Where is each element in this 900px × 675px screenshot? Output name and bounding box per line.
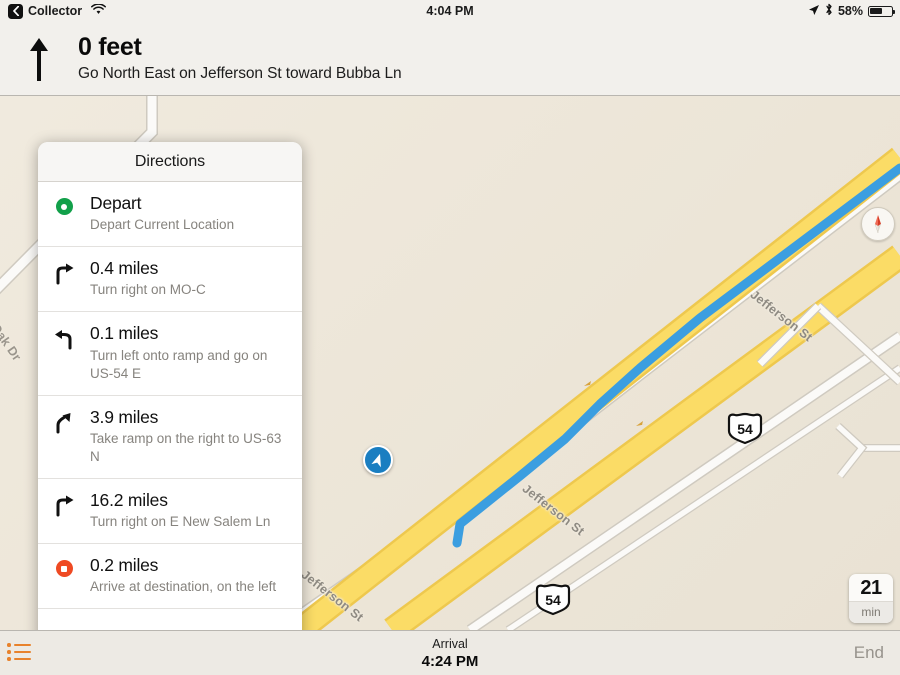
step-distance: Depart <box>90 193 142 213</box>
step-distance: 16.2 miles <box>90 489 168 510</box>
ramp-right-icon <box>38 407 90 434</box>
navigation-arrow-icon <box>363 445 393 475</box>
direction-step-3[interactable]: 3.9 miles Take ramp on the right to US-6… <box>38 396 302 479</box>
direction-step-4[interactable]: 16.2 miles Turn right on E New Salem Ln <box>38 479 302 545</box>
status-bar-back-link[interactable]: Collector <box>0 3 107 19</box>
direction-step-2[interactable]: 0.1 miles Turn left onto ramp and go on … <box>38 312 302 396</box>
arrival-label: Arrival <box>432 637 468 651</box>
status-bar: Collector 4:04 PM 58% <box>0 0 900 22</box>
arrow-up-icon <box>0 35 78 83</box>
navigation-banner: 0 feet Go North East on Jefferson St tow… <box>0 22 900 96</box>
direction-step-arrive[interactable]: 0.2 miles Arrive at destination, on the … <box>38 544 302 610</box>
step-distance: 0.4 miles <box>90 258 159 279</box>
arrival-info: Arrival 4:24 PM <box>400 637 500 670</box>
directions-popover-title: Directions <box>38 142 302 182</box>
highway-shield-54-lower: 54 <box>533 583 573 616</box>
step-distance: 0.1 miles <box>90 323 159 344</box>
highway-shield-54-upper: 54 <box>725 412 765 445</box>
remaining-time-value: 21 <box>860 577 882 599</box>
step-description: Depart Current Location <box>90 217 235 233</box>
step-distance: 0.2 miles <box>90 555 159 576</box>
chevron-left-icon[interactable] <box>8 3 23 19</box>
step-description: Arrive at destination, on the left <box>90 579 277 595</box>
location-arrow-icon <box>808 4 820 19</box>
directions-popover: Directions Depart Depart Current Locatio… <box>38 142 302 661</box>
status-bar-indicators: 58% <box>808 3 900 19</box>
end-navigation-button[interactable]: End <box>854 643 884 663</box>
turn-right-icon <box>38 490 90 517</box>
depart-circle-icon <box>38 193 90 215</box>
wifi-icon <box>91 3 107 18</box>
bluetooth-icon <box>825 3 833 19</box>
battery-icon <box>868 5 896 17</box>
next-maneuver-instruction: Go North East on Jefferson St toward Bub… <box>78 65 402 83</box>
navigation-bottom-bar: Arrival 4:24 PM End <box>0 630 900 675</box>
step-description: Turn left onto ramp and go on US-54 E <box>90 347 268 381</box>
step-distance: 3.9 miles <box>90 406 159 427</box>
compass-icon[interactable] <box>861 207 895 241</box>
next-maneuver-distance: 0 feet <box>78 32 142 61</box>
maps-navigation-screen: Collector 4:04 PM 58% 0 feet Go North Ea… <box>0 0 900 675</box>
arrive-square-icon <box>38 555 90 578</box>
battery-percent-label: 58% <box>837 4 863 18</box>
list-icon[interactable] <box>7 640 33 664</box>
turn-right-icon <box>38 258 90 285</box>
step-description: Turn right on MO-C <box>90 282 206 298</box>
direction-step-depart[interactable]: Depart Depart Current Location <box>38 182 302 248</box>
turn-left-ramp-icon <box>38 323 90 350</box>
step-description: Turn right on E New Salem Ln <box>90 514 271 530</box>
highway-shield-number: 54 <box>737 420 753 437</box>
navigation-banner-text: 0 feet Go North East on Jefferson St tow… <box>78 34 900 83</box>
arrival-time: 4:24 PM <box>421 653 479 670</box>
direction-step-1[interactable]: 0.4 miles Turn right on MO-C <box>38 247 302 313</box>
highway-shield-number: 54 <box>545 591 561 608</box>
remaining-time-unit: min <box>849 601 893 623</box>
status-bar-time: 4:04 PM <box>426 4 474 18</box>
status-bar-app-name[interactable]: Collector <box>28 4 82 18</box>
step-description: Take ramp on the right to US-63 N <box>90 430 282 464</box>
remaining-time-badge[interactable]: 21 min <box>849 574 893 623</box>
